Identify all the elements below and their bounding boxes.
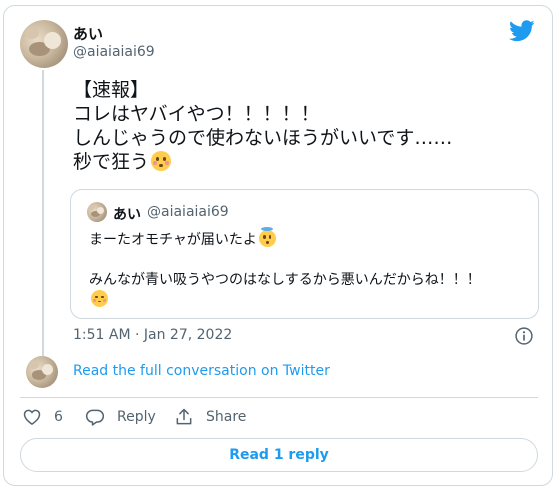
heart-icon — [23, 409, 41, 425]
tweet-timestamp[interactable]: 1:51 AM · Jan 27, 2022 — [73, 327, 232, 343]
share-icon — [176, 408, 192, 425]
quoted-line-1: まーたオモチャが届いたよ — [89, 226, 481, 250]
quoted-text: まーたオモチャが届いたよ みんなが青い吸うやつのはなしするから悪いんだからね！！… — [89, 226, 481, 310]
author-avatar[interactable] — [20, 20, 68, 68]
tweet-line-1: 【速報】 — [73, 79, 150, 101]
reply-button[interactable]: Reply — [85, 406, 156, 428]
like-button[interactable]: 6 — [22, 406, 63, 428]
twitter-bird-icon[interactable] — [509, 20, 535, 42]
quoted-handle: @aiaiaiai69 — [147, 204, 229, 220]
reply-bubble-icon — [85, 409, 105, 426]
author-display-name[interactable]: あい — [73, 23, 103, 44]
tweet-text: 【速報】 コレはヤバイやつ！！！！！ しんじゃうので使わないほうがいいです…… … — [73, 78, 452, 174]
reader-avatar — [26, 356, 58, 388]
quoted-line-2: みんなが青い吸うやつのはなしするから悪いんだからね！！！ — [89, 272, 481, 288]
quoted-author-avatar — [87, 202, 107, 222]
quoted-line-3 — [89, 290, 481, 310]
quoted-tweet[interactable]: あい @aiaiaiai69 まーたオモチャが届いたよ みんなが青い吸うやつのは… — [70, 189, 539, 319]
like-count: 6 — [54, 409, 63, 425]
share-label: Share — [206, 409, 247, 425]
read-replies-button[interactable]: Read 1 reply — [20, 438, 538, 472]
quoted-display-name: あい — [113, 207, 141, 223]
embedded-tweet-card: あい @aiaiaiai69 【速報】 コレはヤバイやつ！！！！！ しんじゃうの… — [3, 5, 553, 486]
read-full-conversation-link[interactable]: Read the full conversation on Twitter — [73, 363, 330, 379]
divider — [20, 397, 538, 398]
info-icon[interactable] — [514, 326, 534, 346]
author-handle[interactable]: @aiaiaiai69 — [73, 44, 155, 60]
relieved-face-icon — [91, 290, 108, 307]
flushed-face-icon — [151, 151, 172, 171]
tweet-line-2: コレはヤバイやつ！！！！！ — [73, 103, 320, 125]
smiling-face-with-halo-icon — [258, 226, 276, 247]
tweet-line-4: 秒で狂う — [73, 150, 452, 174]
tweet-line-3: しんじゃうので使わないほうがいいです…… — [73, 127, 453, 149]
share-button[interactable]: Share — [174, 406, 246, 428]
reply-label: Reply — [117, 409, 156, 425]
thread-line — [42, 70, 44, 356]
